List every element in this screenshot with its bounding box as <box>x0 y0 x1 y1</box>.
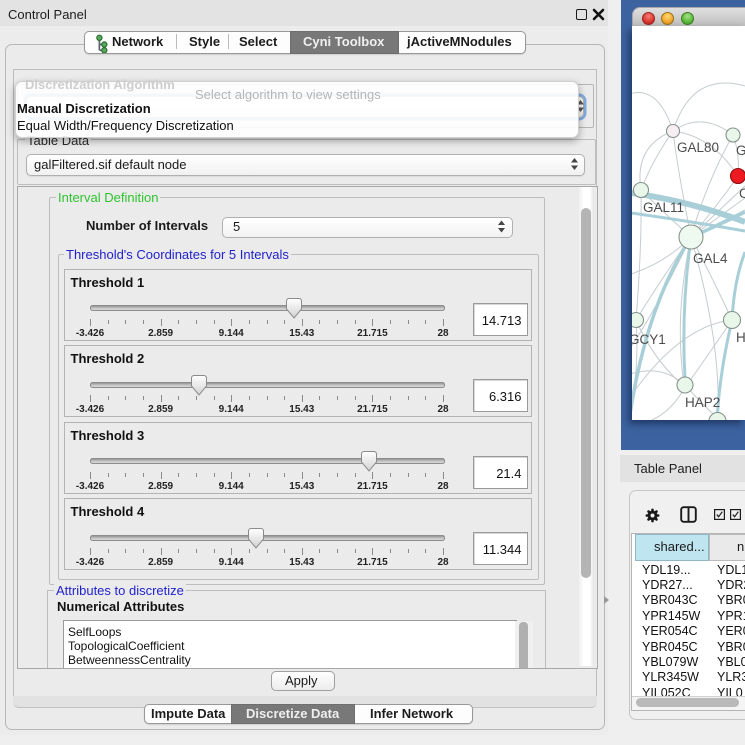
svg-text:GCY1: GCY1 <box>632 332 666 347</box>
svg-text:H: H <box>736 330 745 345</box>
svg-text:G...: G... <box>736 143 745 158</box>
svg-text:HAP2: HAP2 <box>685 395 720 410</box>
svg-text:C: C <box>739 186 745 201</box>
svg-text:GAL80: GAL80 <box>677 140 719 155</box>
svg-text:GAL4: GAL4 <box>693 251 728 266</box>
svg-text:GAL11: GAL11 <box>643 200 684 215</box>
